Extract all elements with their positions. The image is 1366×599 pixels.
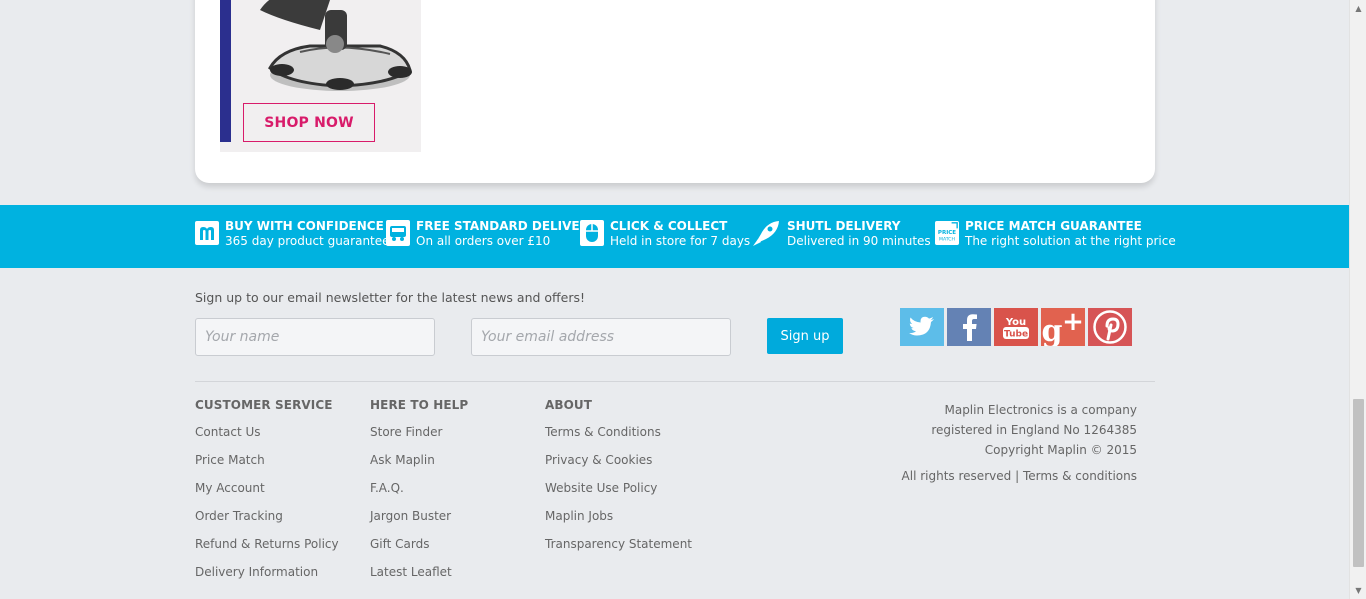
copyright-text: Copyright Maplin © 2015 (984, 443, 1137, 457)
scroll-up-arrow-icon[interactable]: ▲ (1350, 0, 1366, 17)
benefit-subtitle: 365 day product guarantee (225, 234, 390, 248)
vertical-scrollbar[interactable]: ▲ ▼ (1349, 0, 1366, 599)
benefit-title: PRICE MATCH GUARANTEE (965, 219, 1142, 233)
rocket-icon (751, 220, 781, 246)
youtube-icon[interactable]: You Tube (994, 308, 1038, 346)
benefit-free-delivery[interactable]: FREE STANDARD DELIVERY On all orders ove… (386, 219, 597, 249)
footer-link-gift-cards[interactable]: Gift Cards (370, 537, 468, 552)
benefit-title: FREE STANDARD DELIVERY (416, 219, 597, 233)
svg-text:g: g (1042, 314, 1063, 346)
footer-link-jargon-buster[interactable]: Jargon Buster (370, 509, 468, 524)
pinterest-icon[interactable] (1088, 308, 1132, 346)
footer-link-delivery-information[interactable]: Delivery Information (195, 565, 339, 580)
footer-column-customer-service: CUSTOMER SERVICE Contact Us Price Match … (195, 398, 339, 593)
footer-link-maplin-jobs[interactable]: Maplin Jobs (545, 509, 692, 524)
benefit-click-collect[interactable]: CLICK & COLLECT Held in store for 7 days (580, 219, 750, 249)
footer-heading: ABOUT (545, 398, 593, 412)
name-input[interactable] (195, 318, 435, 356)
benefits-strip: BUY WITH CONFIDENCE 365 day product guar… (0, 205, 1349, 268)
footer-link-order-tracking[interactable]: Order Tracking (195, 509, 339, 524)
footer-column-here-to-help: HERE TO HELP Store Finder Ask Maplin F.A… (370, 398, 468, 593)
svg-text:You: You (1005, 317, 1026, 328)
footer-link-contact-us[interactable]: Contact Us (195, 425, 339, 440)
joystick-image (260, 0, 412, 91)
page: SHOP NOW BUY WITH CONFIDENCE 365 day pro… (0, 0, 1349, 599)
footer-column-about: ABOUT Terms & Conditions Privacy & Cooki… (545, 398, 692, 565)
scrollbar-thumb[interactable] (1353, 399, 1364, 567)
rights-line: All rights reserved | Terms & conditions (902, 469, 1137, 483)
footer-heading: HERE TO HELP (370, 398, 469, 412)
price-match-icon: PRICE MATCH (935, 220, 959, 246)
email-input[interactable] (471, 318, 731, 356)
benefit-subtitle: Held in store for 7 days (610, 234, 751, 248)
company-line: registered in England No 1264385 (931, 423, 1137, 437)
footer-link-terms-conditions[interactable]: Terms & Conditions (545, 425, 692, 440)
benefit-subtitle: The right solution at the right price (965, 234, 1176, 248)
footer-link-website-use-policy[interactable]: Website Use Policy (545, 481, 692, 496)
promo-accent-bar (220, 0, 231, 142)
footer-link-price-match[interactable]: Price Match (195, 453, 339, 468)
twitter-icon[interactable] (900, 308, 944, 346)
company-info: Maplin Electronics is a company register… (931, 400, 1137, 460)
benefit-subtitle: On all orders over £10 (416, 234, 551, 248)
svg-text:+: + (1062, 308, 1084, 337)
benefit-title: SHUTL DELIVERY (787, 219, 901, 233)
newsletter-label: Sign up to our email newsletter for the … (195, 290, 586, 305)
terms-conditions-link[interactable]: Terms & conditions (1023, 469, 1137, 483)
footer-link-ask-maplin[interactable]: Ask Maplin (370, 453, 468, 468)
benefit-buy-with-confidence[interactable]: BUY WITH CONFIDENCE 365 day product guar… (195, 219, 390, 249)
promo-banner[interactable]: SHOP NOW (220, 0, 421, 152)
svg-text:PRICE: PRICE (938, 230, 956, 236)
benefit-title: CLICK & COLLECT (610, 219, 728, 233)
delivery-van-icon (386, 220, 410, 246)
footer-link-latest-leaflet[interactable]: Latest Leaflet (370, 565, 468, 580)
footer-link-my-account[interactable]: My Account (195, 481, 339, 496)
benefit-price-match[interactable]: PRICE MATCH PRICE MATCH GUARANTEE The rig… (935, 219, 1176, 249)
svg-text:MATCH: MATCH (939, 236, 956, 242)
footer-link-store-finder[interactable]: Store Finder (370, 425, 468, 440)
footer-link-refund-returns[interactable]: Refund & Returns Policy (195, 537, 339, 552)
shop-now-button[interactable]: SHOP NOW (243, 103, 375, 142)
benefit-title: BUY WITH CONFIDENCE (225, 219, 384, 233)
scroll-down-arrow-icon[interactable]: ▼ (1350, 582, 1366, 599)
footer-divider (195, 381, 1155, 382)
google-plus-icon[interactable]: g + (1041, 308, 1085, 346)
benefit-shutl-delivery[interactable]: SHUTL DELIVERY Delivered in 90 minutes (751, 219, 931, 249)
mouse-click-icon (580, 220, 604, 246)
footer-link-privacy-cookies[interactable]: Privacy & Cookies (545, 453, 692, 468)
rights-separator: | (1015, 469, 1020, 483)
benefit-subtitle: Delivered in 90 minutes (787, 234, 931, 248)
svg-text:Tube: Tube (1004, 330, 1028, 340)
footer-link-faq[interactable]: F.A.Q. (370, 481, 468, 496)
sign-up-button[interactable]: Sign up (767, 318, 843, 354)
company-line: Maplin Electronics is a company (944, 403, 1137, 417)
footer-link-transparency-statement[interactable]: Transparency Statement (545, 537, 692, 552)
facebook-icon[interactable] (947, 308, 991, 346)
maplin-m-icon (195, 220, 219, 246)
footer-heading: CUSTOMER SERVICE (195, 398, 333, 412)
rights-text: All rights reserved (901, 469, 1012, 483)
